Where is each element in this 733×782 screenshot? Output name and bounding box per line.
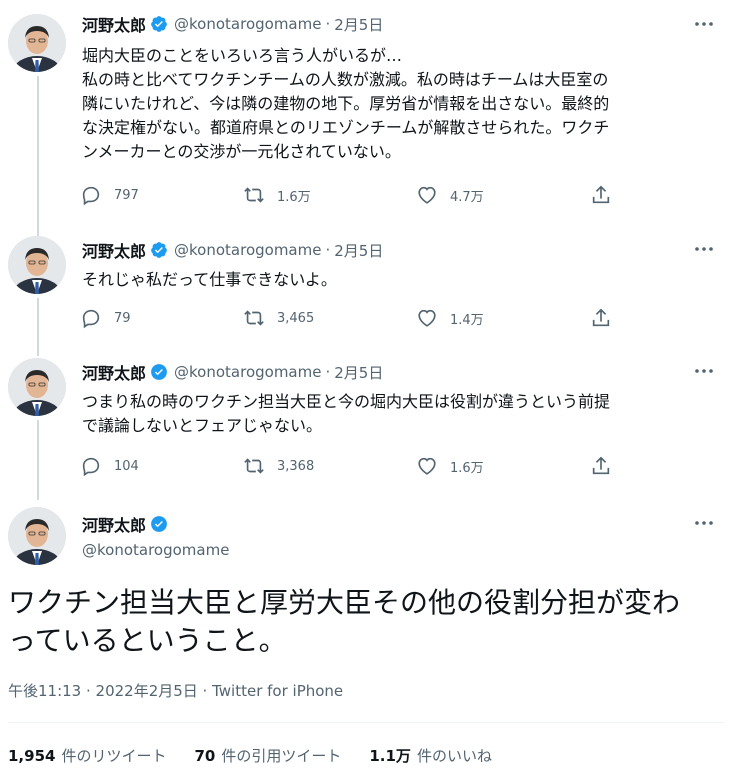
avatar-image [8,14,66,72]
tweet-date[interactable]: 2月5日 [334,14,383,35]
author-name[interactable]: 河野太郎 [82,238,146,262]
tweet-date[interactable]: 2月5日 [334,362,383,383]
verified-icon [150,363,168,381]
tweet-text-line: で議論しないとフェアじゃない。 [82,416,323,435]
like-count: 4.7万 [450,189,484,205]
divider [8,722,724,723]
quote-stat-count: 70 [194,747,216,765]
share-button[interactable] [590,455,624,477]
verified-icon [150,15,168,33]
tweet-actions: 797 1.6万 4.7万 [80,184,640,208]
reply-icon [82,457,100,477]
thread-line [37,420,39,500]
share-button[interactable] [590,307,624,329]
separator-dot: · [325,241,331,259]
reply-icon [82,186,100,206]
reply-count: 797 [114,187,139,203]
like-stat-count: 1.1万 [369,747,411,765]
tweet-header: 河野太郎 @konotarogomame · 2月5日 [82,360,383,384]
tweet-text: それじゃ私だって仕事できないよ。 [82,268,712,292]
reply-count: 104 [114,458,139,474]
more-options-icon[interactable] [693,238,715,260]
retweet-icon [244,458,264,474]
tweet-text-line: それじゃ私だって仕事できないよ。 [82,270,337,289]
quote-stat[interactable]: 70 件の引用ツイート [194,745,341,766]
tweet-text-line: つまり私の時のワクチン担当大臣と今の堀内大臣は役割が違うという前提 [82,392,611,411]
reply-button[interactable]: 104 [80,455,139,477]
separator-dot: · [325,15,331,33]
retweet-stat[interactable]: 1,954 件のリツイート [8,745,166,766]
like-stat-label: 件のいいね [416,747,492,765]
avatar[interactable] [8,358,66,416]
like-button[interactable]: 4.7万 [416,184,484,206]
like-stat[interactable]: 1.1万 件のいいね [369,745,492,766]
retweet-count: 3,465 [277,310,315,326]
reply-count: 79 [114,310,131,326]
heart-icon [418,186,436,204]
more-options-icon[interactable] [693,512,715,534]
tweet-text-line: 隣にいたけれど、今は隣の建物の地下。厚労省が情報を出さない。最終的 [82,94,610,113]
like-count: 1.4万 [450,312,484,328]
main-tweet-text: ワクチン担当大臣と厚労大臣その他の役割分担が変わ っているということ。 [8,584,718,660]
author-name[interactable]: 河野太郎 [82,360,146,384]
retweet-button[interactable]: 3,368 [243,455,314,477]
retweet-icon [244,187,264,203]
avatar[interactable] [8,236,66,294]
thread-line [37,76,39,236]
thread-line [37,298,39,356]
author-handle[interactable]: @konotarogomame [174,15,321,33]
share-icon [592,308,610,327]
tweet-text-line: ンメーカーとの交渉が一元化されていない。 [82,142,401,161]
engagement-stats: 1,954 件のリツイート 70 件の引用ツイート 1.1万 件のいいね [8,745,520,766]
retweet-button[interactable]: 3,465 [243,307,314,329]
author-name[interactable]: 河野太郎 [82,12,146,36]
tweet-header: 河野太郎 @konotarogomame · 2月5日 [82,238,383,262]
share-icon [592,185,610,204]
like-button[interactable]: 1.4万 [416,307,484,329]
heart-icon [418,457,436,475]
author-handle[interactable]: @konotarogomame [174,363,321,381]
author-name[interactable]: 河野太郎 [82,512,146,536]
verified-icon [150,515,168,533]
tweet-text-line: 堀内大臣のことをいろいろ言う人がいるが… [82,46,403,65]
like-count: 1.6万 [450,460,484,476]
quote-stat-label: 件の引用ツイート [221,747,342,765]
like-button[interactable]: 1.6万 [416,455,484,477]
retweet-button[interactable]: 1.6万 [243,184,311,206]
tweet-actions: 79 3,465 1.4万 [80,307,640,331]
share-button[interactable] [590,184,624,206]
tweet-date[interactable]: 2月5日 [334,240,383,261]
retweet-count: 3,368 [277,458,315,474]
reply-button[interactable]: 79 [80,307,131,329]
tweet-actions: 104 3,368 1.6万 [80,455,640,479]
avatar[interactable] [8,507,66,565]
more-options-icon[interactable] [693,13,715,35]
retweet-icon [244,310,264,326]
share-icon [592,456,610,475]
tweet-text-line: 私の時と比べてワクチンチームの人数が激減。私の時はチームは大臣室の [82,70,609,89]
tweet-header: 河野太郎 @konotarogomame · 2月5日 [82,12,383,36]
tweet-timestamp[interactable]: 午後11:13 · 2022年2月5日 · Twitter for iPhone [8,680,343,701]
more-options-icon[interactable] [693,360,715,382]
verified-icon [150,241,168,259]
tweet-text-line: な決定権がない。都道府県とのリエゾンチームが解散させられた。ワクチ [82,118,610,137]
avatar-image [8,358,66,416]
retweet-stat-count: 1,954 [8,747,56,765]
retweet-stat-label: 件のリツイート [61,747,167,765]
main-author-row: 河野太郎 [82,512,168,536]
tweet-text: つまり私の時のワクチン担当大臣と今の堀内大臣は役割が違うという前提 で議論しない… [82,390,712,438]
reply-icon [82,309,100,329]
avatar[interactable] [8,14,66,72]
main-tweet-text-line: ワクチン担当大臣と厚労大臣その他の役割分担が変わ [8,586,681,619]
separator-dot: · [325,363,331,381]
avatar-image [8,507,66,565]
author-handle[interactable]: @konotarogomame [82,541,229,559]
retweet-count: 1.6万 [277,189,311,205]
reply-button[interactable]: 797 [80,184,139,206]
tweet-text: 堀内大臣のことをいろいろ言う人がいるが… 私の時と比べてワクチンチームの人数が激… [82,44,712,164]
avatar-image [8,236,66,294]
main-tweet-text-line: っているということ。 [8,624,287,657]
author-handle[interactable]: @konotarogomame [174,241,321,259]
heart-icon [418,309,436,327]
